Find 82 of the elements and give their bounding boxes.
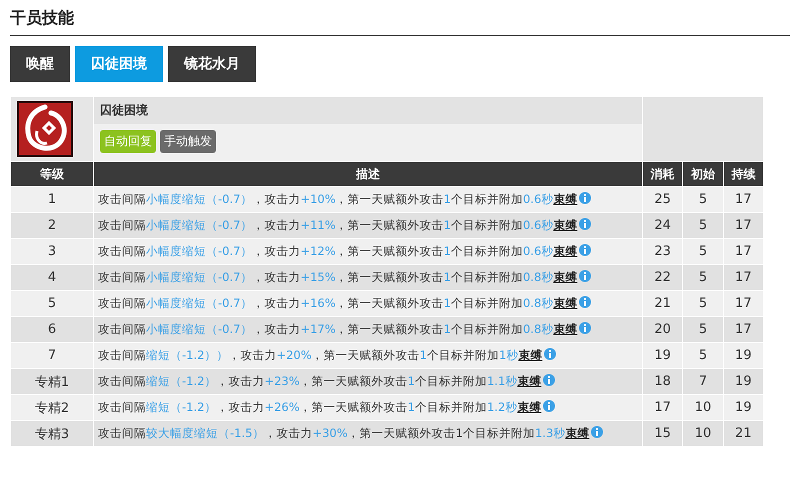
term-link[interactable]: 束缚	[553, 244, 578, 258]
table-cell: 4	[11, 265, 93, 290]
term-link[interactable]: 束缚	[553, 218, 578, 232]
table-cell: 专精3	[11, 421, 93, 446]
table-cell: 3	[11, 239, 93, 264]
table-cell: 19	[724, 343, 763, 368]
term-link[interactable]: 束缚	[553, 270, 578, 284]
column-header: 初始	[683, 162, 723, 186]
skill-description: 攻击间隔缩短（-1.2）），攻击力+20%，第一天赋额外攻击1个目标并附加 1秒束缚	[98, 348, 542, 362]
skill-description: 攻击间隔缩短（-1.2），攻击力+23%，第一天赋额外攻击1个目标并附加 1.1秒束缚	[98, 374, 542, 388]
skill-description: 攻击间隔小幅度缩短（-0.7），攻击力+11%，第一天赋额外攻击1个目标并附加0.6秒束缚	[98, 218, 578, 232]
table-cell: 5	[683, 265, 723, 290]
skill-tab[interactable]: 镜花水月	[168, 46, 256, 82]
table-cell: 23	[643, 239, 682, 264]
table-cell: 专精1	[11, 369, 93, 394]
skill-description: 攻击间隔小幅度缩短（-0.7），攻击力+17%，第一天赋额外攻击1个目标并附加0.8秒束缚	[98, 322, 578, 336]
table-cell: 5	[683, 187, 723, 212]
term-link[interactable]: 束缚	[553, 192, 578, 206]
skill-tag: 手动触发	[160, 130, 216, 153]
table-cell: 15	[643, 421, 682, 446]
term-link[interactable]: 束缚	[517, 374, 542, 388]
table-cell: 5	[683, 291, 723, 316]
table-cell: 17	[724, 213, 763, 238]
skill-tab[interactable]: 唤醒	[10, 46, 70, 82]
table-cell: 6	[11, 317, 93, 342]
info-icon[interactable]	[544, 348, 556, 360]
column-header: 持续	[724, 162, 763, 186]
info-icon[interactable]	[579, 192, 592, 204]
term-link[interactable]: 束缚	[553, 322, 578, 336]
table-cell: 22	[643, 265, 682, 290]
table-cell: 7	[11, 343, 93, 368]
table-cell: 17	[724, 239, 763, 264]
info-icon[interactable]	[543, 400, 556, 412]
table-cell: 1	[11, 187, 93, 212]
info-icon[interactable]	[591, 426, 604, 438]
table-cell: 19	[724, 395, 763, 420]
table-cell: 19	[724, 369, 763, 394]
table-cell: 17	[724, 187, 763, 212]
skill-description: 攻击间隔小幅度缩短（-0.7），攻击力+16%，第一天赋额外攻击1个目标并附加0.8秒束缚	[98, 296, 578, 310]
table-cell: 17	[724, 317, 763, 342]
skill-description: 攻击间隔小幅度缩短（-0.7），攻击力+15%，第一天赋额外攻击1个目标并附加0.8秒束缚	[98, 270, 578, 284]
column-header: 描述	[94, 162, 642, 186]
table-cell: 2	[11, 213, 93, 238]
table-cell: 21	[643, 291, 682, 316]
table-cell: 7	[683, 369, 723, 394]
table-cell: 5	[683, 213, 723, 238]
term-link[interactable]: 束缚	[565, 426, 590, 440]
skill-description: 攻击间隔小幅度缩短（-0.7），攻击力+12%，第一天赋额外攻击1个目标并附加0.6秒束缚	[98, 244, 578, 258]
table-cell: 20	[643, 317, 682, 342]
table-cell: 17	[724, 265, 763, 290]
section-title: 干员技能	[10, 8, 75, 29]
table-cell: 18	[643, 369, 682, 394]
table-cell: 专精2	[11, 395, 93, 420]
skill-name: 囚徒困境	[94, 97, 642, 124]
skill-description: 攻击间隔缩短（-1.2），攻击力+26%，第一天赋额外攻击1个目标并附加 1.2秒束缚	[98, 400, 542, 414]
skill-icon	[17, 101, 73, 157]
table-cell: 19	[643, 343, 682, 368]
column-header: 消耗	[643, 162, 682, 186]
table-cell: 21	[724, 421, 763, 446]
info-icon[interactable]	[543, 374, 556, 386]
table-cell: 5	[683, 317, 723, 342]
term-link[interactable]: 束缚	[517, 400, 542, 414]
table-cell: 24	[643, 213, 682, 238]
term-link[interactable]: 束缚	[553, 296, 578, 310]
table-cell: 25	[643, 187, 682, 212]
table-cell: 5	[11, 291, 93, 316]
term-link[interactable]: 束缚	[518, 348, 542, 362]
skill-description: 攻击间隔较大幅度缩短（-1.5），攻击力+30%，第一天赋额外攻击1个目标并附加 1.3秒束缚	[98, 426, 590, 440]
table-cell: 10	[683, 395, 723, 420]
info-icon[interactable]	[579, 218, 592, 230]
table-cell: 5	[683, 343, 723, 368]
table-cell: 10	[683, 421, 723, 446]
info-icon[interactable]	[579, 270, 592, 282]
table-cell: 17	[643, 395, 682, 420]
skill-tag: 自动回复	[100, 130, 156, 153]
table-cell: 17	[724, 291, 763, 316]
info-icon[interactable]	[579, 296, 592, 308]
skill-description: 攻击间隔小幅度缩短（-0.7），攻击力+10%，第一天赋额外攻击1个目标并附加0.6秒束缚	[98, 192, 578, 206]
column-header: 等级	[11, 162, 93, 186]
info-icon[interactable]	[579, 244, 592, 256]
table-cell: 5	[683, 239, 723, 264]
info-icon[interactable]	[579, 322, 592, 334]
